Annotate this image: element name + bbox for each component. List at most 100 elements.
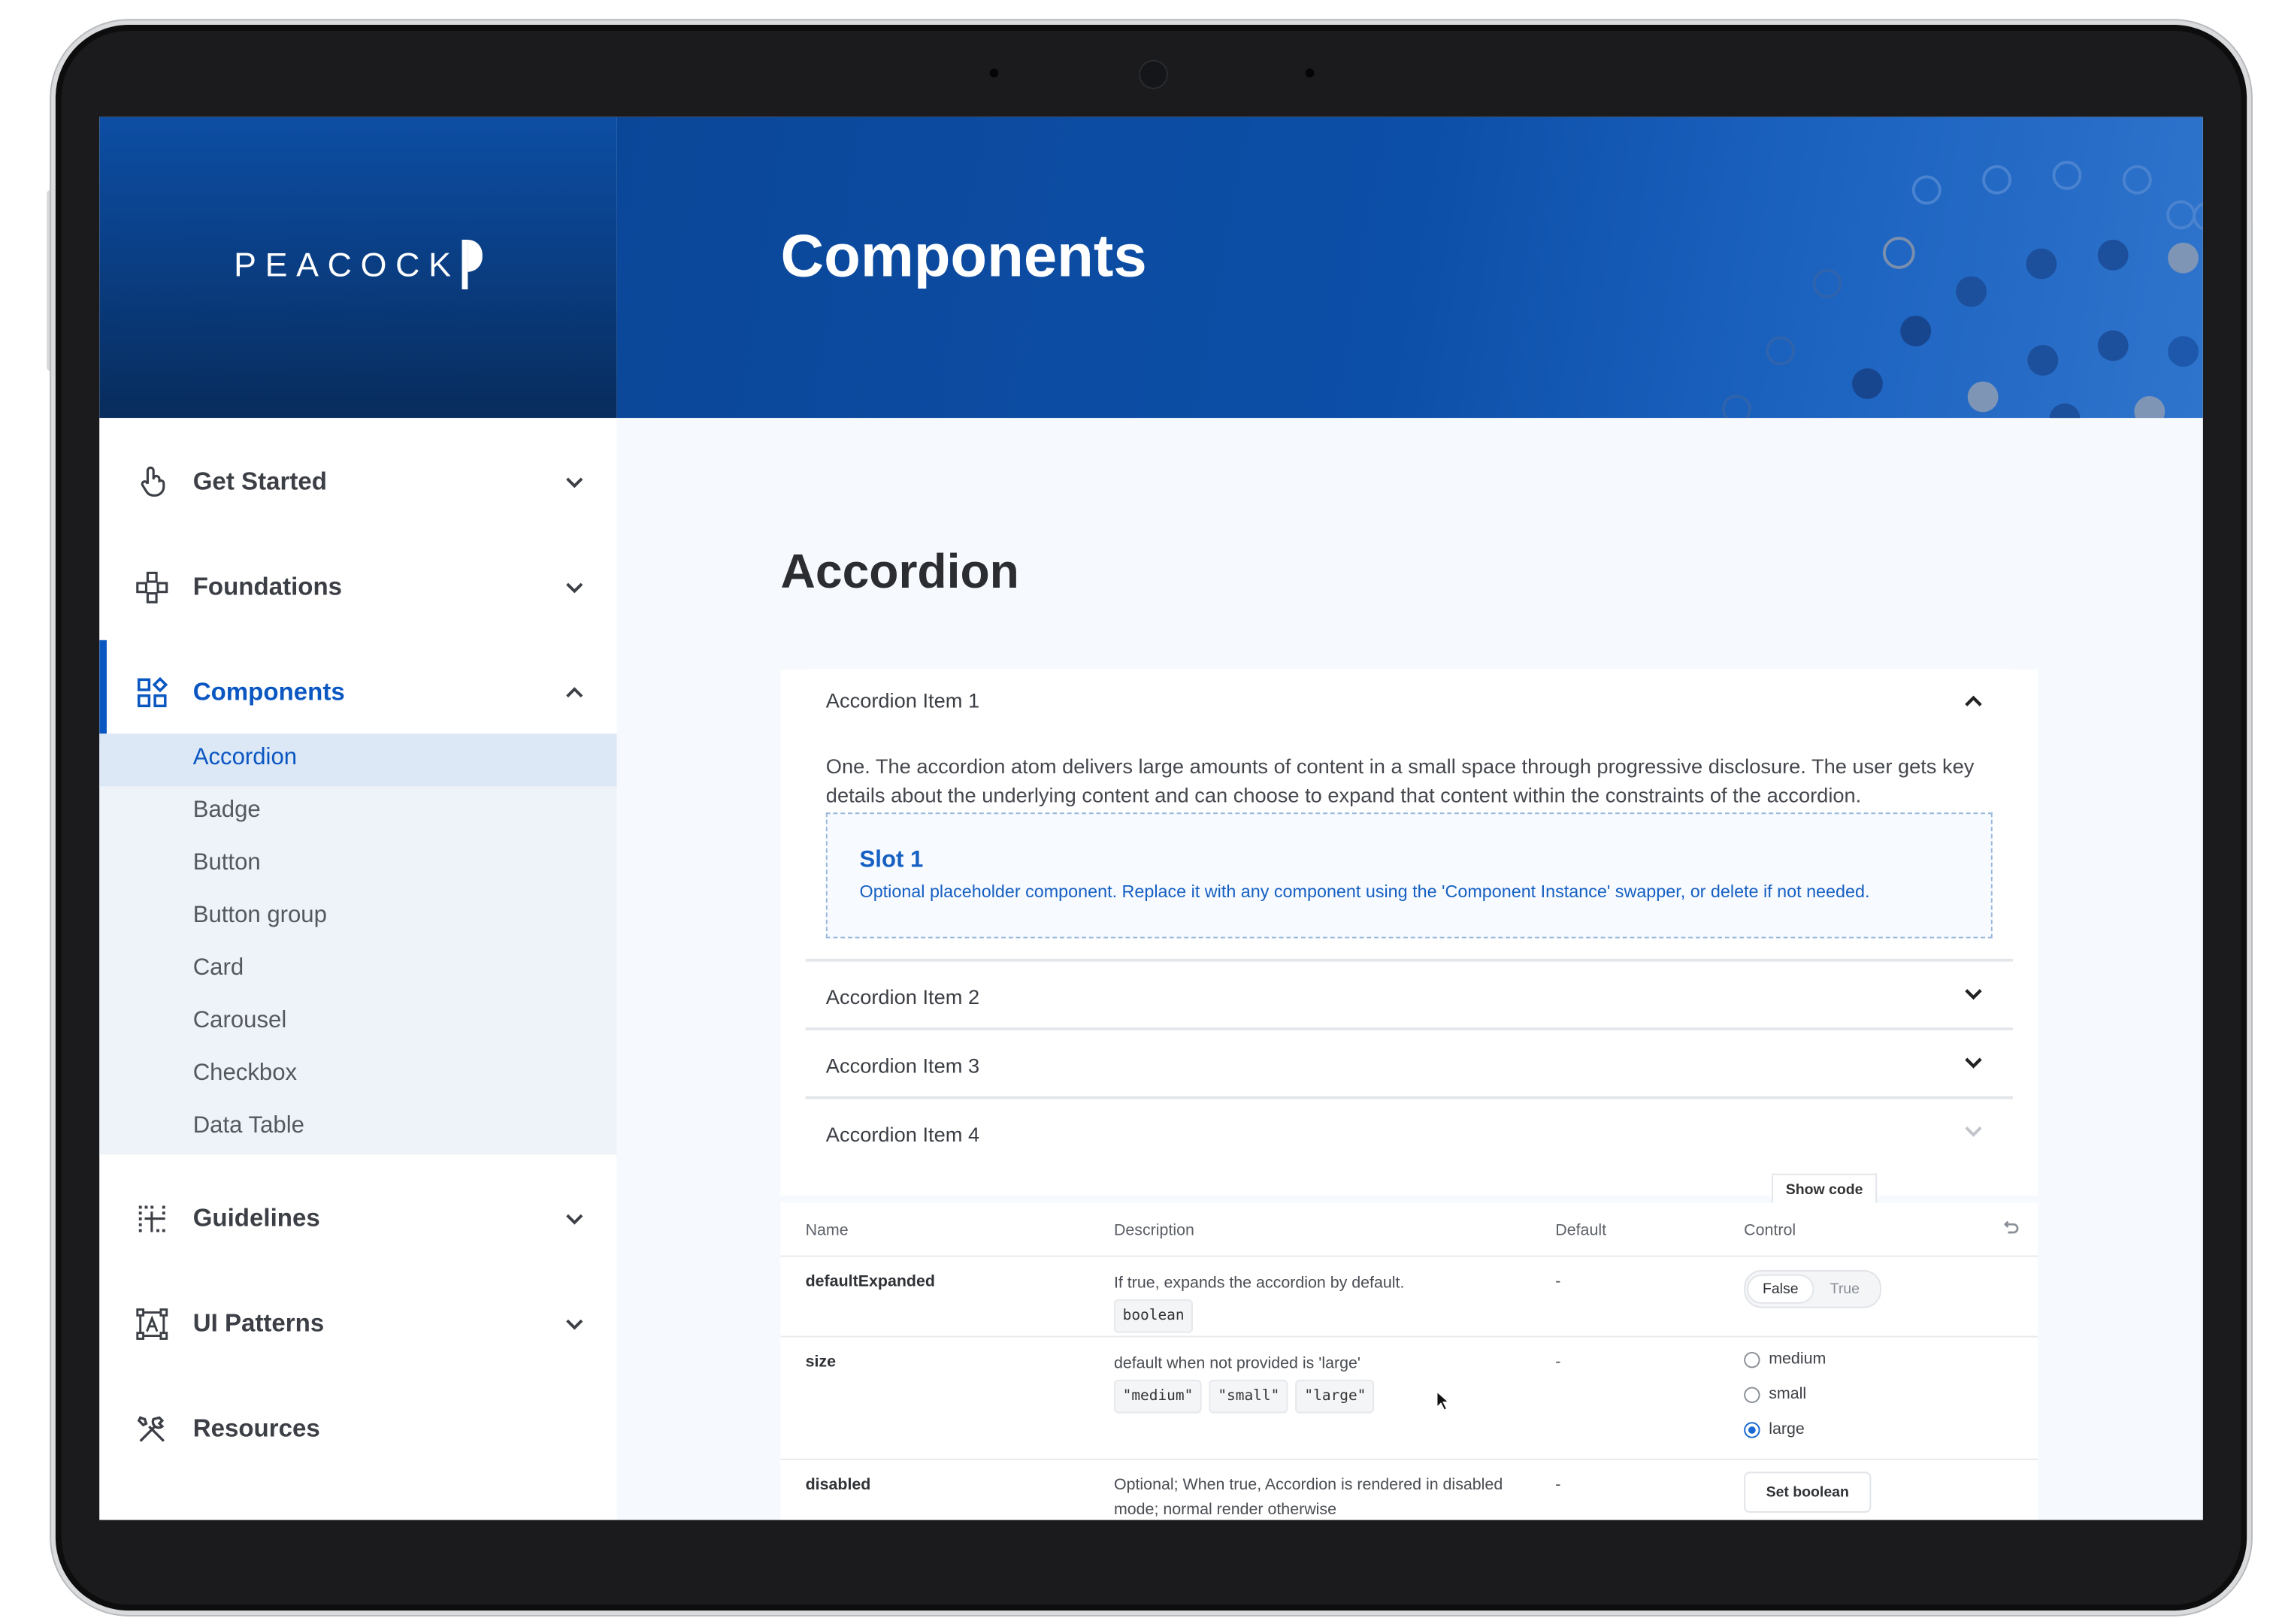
radio-medium[interactable]: medium bbox=[1744, 1350, 1826, 1368]
prop-description-text: default when not provided is 'large' bbox=[1113, 1354, 1361, 1373]
prop-default: - bbox=[1555, 1353, 1561, 1371]
sidebar-item-guidelines[interactable]: Guidelines bbox=[99, 1166, 616, 1272]
radio-label: small bbox=[1769, 1385, 1807, 1404]
sidebar-item-label: Resources bbox=[192, 1414, 320, 1443]
chevron-down-icon bbox=[1965, 1057, 1982, 1069]
accordion-item-2[interactable]: Accordion Item 2 bbox=[805, 961, 2013, 1031]
peacock-logo[interactable]: PEACOCK bbox=[234, 239, 485, 290]
accordion-item-label: Accordion Item 1 bbox=[825, 688, 980, 712]
chevron-down-icon[interactable] bbox=[564, 472, 585, 492]
prop-default: - bbox=[1555, 1272, 1561, 1291]
chevron-up-icon[interactable] bbox=[564, 682, 585, 703]
chevron-down-icon bbox=[1965, 1127, 1982, 1137]
sidebar-item-label: Foundations bbox=[192, 573, 343, 601]
prop-name: size bbox=[805, 1353, 837, 1371]
prop-description-text: Optional; When true, Accordion is render… bbox=[1113, 1476, 1503, 1519]
accordion-item-label: Accordion Item 3 bbox=[825, 1054, 980, 1078]
sidebar-item-label: UI Patterns bbox=[192, 1309, 325, 1338]
boolean-toggle[interactable]: False True bbox=[1744, 1270, 1881, 1308]
sidebar-item-ui-patterns[interactable]: UI Patterns bbox=[99, 1272, 616, 1377]
dotted-grid-icon bbox=[138, 1205, 165, 1232]
main-content: Accordion Accordion Item 1 One. The acco… bbox=[616, 418, 2203, 1520]
slot-placeholder: Slot 1 Optional placeholder component. R… bbox=[825, 812, 1993, 939]
column-header-default: Default bbox=[1555, 1221, 1607, 1240]
accordion-item-3[interactable]: Accordion Item 3 bbox=[805, 1030, 2013, 1099]
peacock-mark-icon bbox=[462, 239, 484, 290]
prop-description-text: If true, expands the accordion by defaul… bbox=[1113, 1274, 1405, 1293]
prop-type: boolean bbox=[1113, 1299, 1194, 1333]
accordion-body-text: One. The accordion atom delivers large a… bbox=[825, 754, 1975, 807]
submenu-item-data-table[interactable]: Data Table bbox=[193, 1114, 304, 1140]
set-boolean-button[interactable]: Set boolean bbox=[1744, 1471, 1872, 1513]
device-side-button-left bbox=[47, 189, 54, 371]
prop-option: "medium" bbox=[1113, 1379, 1202, 1414]
camera-icon bbox=[1138, 59, 1168, 89]
mouse-cursor-icon bbox=[1436, 1390, 1451, 1411]
submenu-active-highlight bbox=[99, 733, 617, 787]
prop-name: disabled bbox=[805, 1476, 871, 1494]
page-title: Accordion bbox=[780, 543, 1019, 598]
submenu-item-carousel[interactable]: Carousel bbox=[193, 1009, 287, 1035]
logo-area: PEACOCK bbox=[99, 116, 617, 419]
page-header: Components bbox=[616, 116, 2203, 419]
submenu-item-button-group[interactable]: Button group bbox=[193, 903, 327, 930]
radio-small[interactable]: small bbox=[1744, 1386, 1806, 1403]
radio-button[interactable] bbox=[1744, 1386, 1760, 1403]
grid-components-icon bbox=[138, 676, 168, 708]
column-header-description: Description bbox=[1113, 1221, 1194, 1240]
accordion-item-label: Accordion Item 2 bbox=[825, 984, 980, 1009]
components-submenu: Accordion Badge Button Button group Card… bbox=[99, 733, 617, 1155]
column-header-control: Control bbox=[1744, 1221, 1796, 1240]
accordion-item-4[interactable]: Accordion Item 4 bbox=[805, 1099, 2013, 1168]
tools-icon bbox=[137, 1416, 165, 1442]
brand-wordmark: PEACOCK bbox=[234, 244, 460, 283]
active-indicator bbox=[99, 640, 107, 745]
accordion-item-1: Accordion Item 1 One. The accordion atom… bbox=[805, 669, 2013, 962]
sidebar-item-get-started[interactable]: Get Started bbox=[99, 430, 616, 535]
submenu-item-badge[interactable]: Badge bbox=[193, 798, 261, 824]
radio-label: large bbox=[1769, 1420, 1805, 1438]
sidebar: Get Started Foundations Components Accor… bbox=[99, 418, 617, 1520]
table-row: disabled Optional; When true, Accordion … bbox=[781, 1460, 2038, 1520]
table-row: defaultExpanded If true, expands the acc… bbox=[781, 1257, 2038, 1336]
screen: PEACOCK Components Get Started Foundatio… bbox=[99, 116, 2203, 1520]
accordion-item-1-header[interactable]: Accordion Item 1 bbox=[806, 670, 2013, 731]
radio-button[interactable] bbox=[1744, 1350, 1760, 1368]
chevron-down-icon[interactable] bbox=[564, 577, 585, 597]
sidebar-item-resources[interactable]: Resources bbox=[99, 1377, 616, 1482]
radio-label: medium bbox=[1769, 1350, 1827, 1368]
chevron-down-icon[interactable] bbox=[564, 1208, 585, 1229]
table-row: size default when not provided is 'large… bbox=[781, 1337, 2038, 1458]
prop-name: defaultExpanded bbox=[805, 1272, 935, 1291]
sidebar-item-components[interactable]: Components bbox=[99, 640, 616, 745]
submenu-item-checkbox[interactable]: Checkbox bbox=[193, 1061, 297, 1087]
sidebar-item-label: Components bbox=[192, 678, 345, 706]
prop-description: If true, expands the accordion by defaul… bbox=[1113, 1272, 1538, 1333]
show-code-button[interactable]: Show code bbox=[1772, 1173, 1878, 1205]
submenu-item-card[interactable]: Card bbox=[193, 956, 244, 982]
prop-default: - bbox=[1555, 1476, 1561, 1494]
prop-option: "small" bbox=[1209, 1379, 1289, 1414]
chevron-down-icon[interactable] bbox=[564, 1314, 585, 1334]
toggle-true-option[interactable]: True bbox=[1813, 1276, 1878, 1302]
radio-button-selected[interactable] bbox=[1744, 1421, 1760, 1438]
reset-icon[interactable] bbox=[2001, 1219, 2020, 1238]
prop-option: "large" bbox=[1295, 1379, 1376, 1414]
sidebar-item-label: Guidelines bbox=[192, 1204, 320, 1232]
chevron-up-icon bbox=[1965, 695, 1982, 706]
sidebar-item-foundations[interactable]: Foundations bbox=[99, 535, 616, 640]
accordion-item-label: Accordion Item 4 bbox=[825, 1122, 980, 1146]
sensor-icon bbox=[989, 68, 999, 78]
submenu-item-button[interactable]: Button bbox=[193, 851, 261, 877]
submenu-item-accordion[interactable]: Accordion bbox=[193, 745, 297, 772]
toggle-false-option[interactable]: False bbox=[1748, 1275, 1813, 1302]
prop-description: default when not provided is 'large' "me… bbox=[1113, 1352, 1538, 1414]
slot-description: Optional placeholder component. Replace … bbox=[859, 881, 1870, 902]
args-table: Name Description Default Control default… bbox=[780, 1202, 2038, 1520]
radio-large[interactable]: large bbox=[1744, 1420, 1805, 1438]
hand-pointer-icon bbox=[141, 466, 165, 497]
chevron-down-icon bbox=[1965, 989, 1982, 1000]
network-icon bbox=[136, 571, 168, 603]
sidebar-item-label: Get Started bbox=[192, 467, 327, 496]
frame-text-icon bbox=[136, 1308, 168, 1340]
